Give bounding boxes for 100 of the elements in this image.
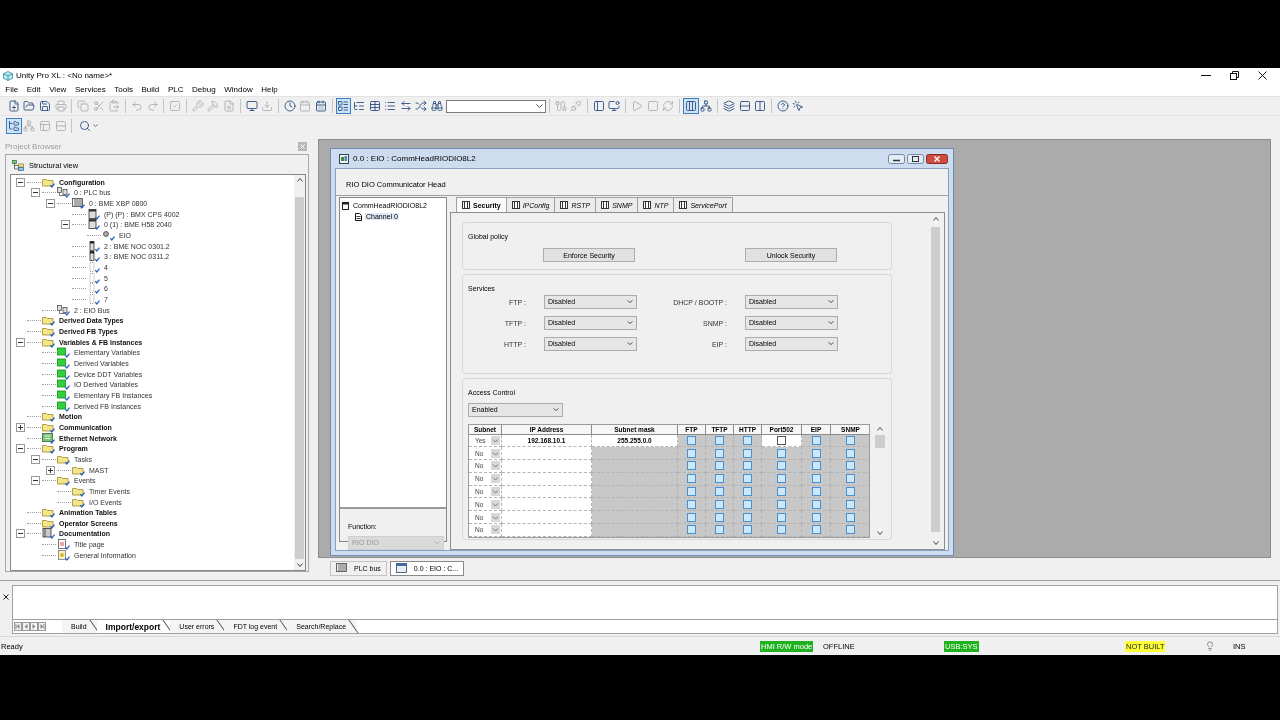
plus-icon[interactable] (46, 465, 55, 475)
toolbar-button[interactable] (429, 98, 445, 114)
toolbar-button[interactable] (313, 98, 329, 114)
empty-slot-icon (87, 294, 100, 306)
hierarchy-icon (23, 119, 36, 132)
window-icon (339, 153, 349, 164)
scrollbar-thumb[interactable] (875, 434, 885, 448)
menu-item[interactable]: View (44, 84, 71, 95)
menu-item[interactable]: File (1, 84, 23, 95)
clock-icon (283, 100, 296, 112)
toolbar-button[interactable] (698, 98, 715, 114)
minus-icon[interactable] (16, 177, 25, 187)
port-icon (102, 230, 115, 242)
close-icon[interactable] (3, 594, 9, 600)
table-cell[interactable] (502, 498, 592, 512)
minus-icon[interactable] (16, 337, 25, 347)
table-cell[interactable] (502, 447, 592, 461)
plus-icon[interactable] (16, 422, 25, 432)
menu-item[interactable]: PLC (163, 84, 188, 95)
chevron-down-icon (491, 499, 500, 509)
card-icon (87, 240, 100, 252)
close-icon[interactable] (926, 153, 948, 164)
table-cell[interactable] (502, 524, 592, 537)
sheet-icon (57, 549, 70, 561)
toolbar-button[interactable] (6, 117, 22, 134)
empty-slot-icon (87, 272, 100, 284)
maximize-icon[interactable] (907, 153, 924, 164)
module-icon (560, 201, 569, 209)
toolbar-button[interactable] (591, 98, 607, 114)
chevron-up-icon (296, 178, 303, 182)
scrollbar[interactable] (930, 214, 941, 548)
shuffle-icon (415, 100, 428, 112)
block-icon (57, 347, 70, 359)
toolbar-button[interactable] (21, 98, 38, 114)
wrench-icon (191, 100, 204, 112)
table-cell[interactable] (502, 511, 592, 525)
toolbar-dropdown[interactable] (445, 99, 546, 113)
minus-icon[interactable] (31, 476, 40, 486)
table-cell[interactable] (502, 460, 592, 473)
menu-item[interactable]: Debug (187, 84, 220, 95)
scrollbar-thumb[interactable] (931, 227, 940, 532)
toolbar-button[interactable] (335, 98, 352, 114)
panels-icon (39, 119, 51, 132)
folder-icon (42, 507, 55, 519)
rack-icon (72, 198, 85, 210)
table-cell[interactable] (502, 485, 592, 499)
list-icon (384, 100, 397, 112)
folder-icon (42, 411, 55, 423)
menu-item[interactable]: Help (257, 84, 283, 95)
menu-item[interactable]: Build (137, 84, 164, 95)
minus-icon[interactable] (16, 444, 25, 454)
minus-icon[interactable] (61, 220, 70, 230)
minus-icon[interactable] (31, 188, 40, 198)
page-icon (57, 539, 70, 551)
minimize-icon[interactable] (888, 153, 905, 164)
chevron-down-icon (877, 530, 883, 535)
tab[interactable]: Import/export (96, 620, 171, 633)
close-icon[interactable] (1258, 71, 1267, 80)
chevron-down-icon (627, 342, 633, 346)
scrollbar[interactable] (294, 175, 305, 570)
module-icon (342, 201, 349, 210)
minus-icon[interactable] (31, 454, 40, 464)
triangle-left-icon[interactable] (22, 622, 30, 631)
toolbar-button[interactable] (398, 98, 414, 114)
toolbar-button[interactable] (37, 98, 53, 114)
rack-icon (336, 563, 349, 574)
menu-item[interactable]: Edit (22, 84, 45, 95)
chevron-down-icon (491, 487, 500, 497)
skip-start-icon[interactable] (14, 622, 22, 631)
module-icon (601, 201, 610, 209)
scrollbar-thumb[interactable] (295, 197, 304, 559)
binoculars-icon (431, 100, 444, 112)
minus-icon[interactable] (46, 199, 55, 209)
toolbar-button[interactable] (606, 98, 623, 114)
restore-icon[interactable] (1230, 71, 1239, 80)
triangle-right-icon[interactable] (30, 622, 38, 631)
menu-item[interactable]: Tools (109, 84, 138, 95)
caret-icon (92, 124, 98, 127)
toolbar-button[interactable] (683, 98, 699, 114)
hammer-icon (207, 100, 220, 112)
folder-icon (42, 517, 55, 529)
window-title: 0.0 : EIO : CommHeadRIODIO8L2 (353, 154, 476, 163)
menu-item[interactable]: Services (70, 84, 110, 95)
menu-item[interactable]: Window (219, 84, 257, 95)
toolbar-button[interactable] (281, 98, 298, 114)
checkbox[interactable] (777, 435, 786, 445)
printer-icon (54, 100, 67, 112)
save-icon (39, 100, 51, 112)
skip-end-icon[interactable] (38, 622, 46, 631)
toolbar-button[interactable] (752, 98, 768, 114)
toolbar-button[interactable] (774, 98, 791, 114)
toolbar-button[interactable] (6, 98, 22, 114)
toolbar-button[interactable] (721, 98, 737, 114)
toolbar-button[interactable] (243, 98, 260, 114)
folder-icon (57, 475, 70, 487)
minus-icon[interactable] (16, 529, 25, 539)
window-icon (395, 563, 409, 574)
folder-icon (42, 326, 55, 337)
chevron-down-icon (491, 474, 500, 484)
play-icon (631, 100, 643, 112)
